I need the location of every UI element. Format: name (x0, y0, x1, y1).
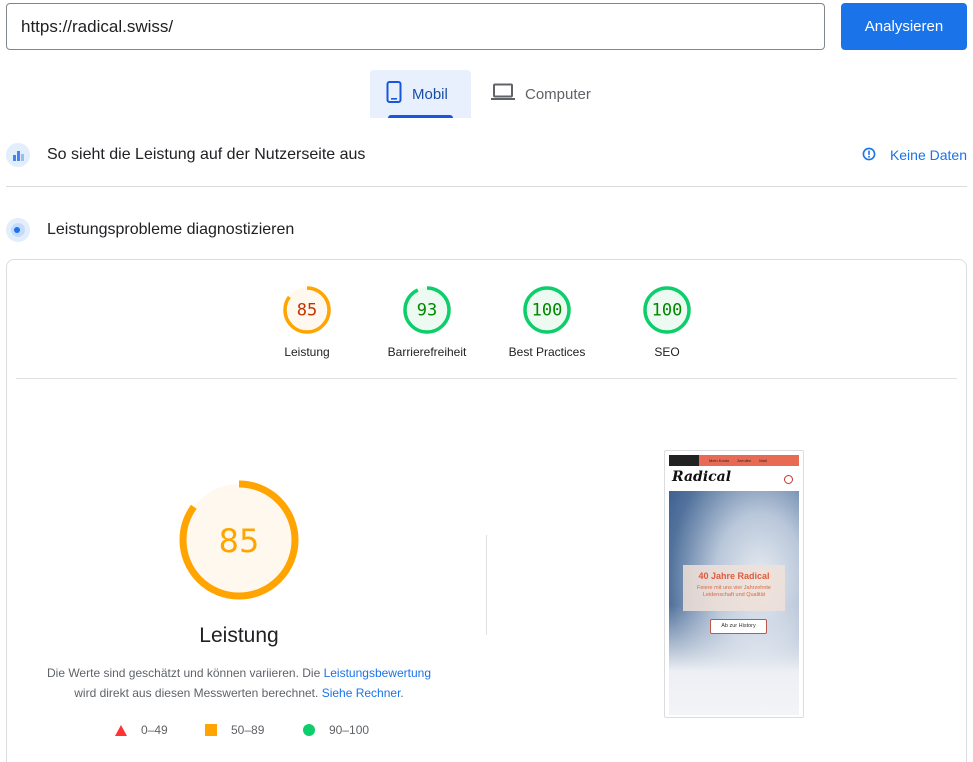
gauge-ring: 85 (283, 286, 331, 334)
gauge-score: 85 (297, 301, 317, 321)
leistungsbewertung-link[interactable]: Leistungsbewertung (324, 666, 431, 680)
legend-average: 50–89 (205, 723, 264, 737)
square-icon (205, 724, 217, 736)
phone-icon (386, 81, 402, 107)
gauge-ring: 100 (643, 286, 691, 334)
url-input[interactable] (6, 3, 825, 50)
tab-desktop-label: Computer (525, 85, 591, 103)
gauge-ring: 93 (403, 286, 451, 334)
screenshot-hero-card: 40 Jahre Radical Feiere mit uns vier Jah… (683, 565, 785, 611)
gauge-seo[interactable]: 100 SEO (607, 284, 727, 359)
active-tab-indicator (388, 115, 453, 118)
screenshot-logo: Radical (672, 469, 732, 485)
performance-title: Leistung (199, 624, 279, 647)
performance-score: 85 (219, 522, 260, 560)
gauge-barrierefreiheit[interactable]: 93 Barrierefreiheit (367, 284, 487, 359)
gauge-best-practices[interactable]: 100 Best Practices (487, 284, 607, 359)
gauge-score: 100 (532, 301, 563, 321)
tab-mobile-label: Mobil (412, 85, 448, 103)
vertical-divider (486, 535, 487, 635)
menu-icon (784, 475, 793, 484)
tab-mobile[interactable]: Mobil (370, 70, 471, 118)
gauge-score: 100 (652, 301, 683, 321)
no-data-label: Keine Daten (889, 147, 967, 163)
gauge-label: Leistung (284, 345, 330, 359)
circle-icon (303, 724, 315, 736)
gauge-label: SEO (654, 345, 680, 359)
tab-desktop[interactable]: Computer (475, 70, 600, 118)
gauge-score: 93 (417, 301, 437, 321)
gauge-label: Barrierefreiheit (387, 345, 467, 359)
diagnose-icon (6, 218, 30, 242)
field-data-icon (6, 143, 30, 167)
screenshot-cta-button: Ab zur History (710, 619, 767, 634)
field-data-section: So sieht die Leistung auf der Nutzerseit… (6, 143, 967, 167)
card-divider (16, 378, 957, 379)
legend-pass: 90–100 (303, 723, 369, 737)
page-screenshot: Mein Konto Anrufen Mail Radical 40 Jahre… (664, 450, 804, 718)
gauge-ring: 100 (523, 286, 571, 334)
no-data-status[interactable]: Keine Daten (862, 147, 967, 164)
info-icon (862, 147, 876, 164)
diagnose-section: Leistungsprobleme diagnostizieren (6, 218, 967, 242)
laptop-icon (491, 83, 515, 105)
screenshot-topbar: Mein Konto Anrufen Mail (669, 455, 799, 466)
report-card: 85 Leistung 93 Barrierefreiheit 100 Best… (6, 259, 967, 762)
performance-gauge: 85 (179, 480, 299, 600)
field-data-title: So sieht die Leistung auf der Nutzerseit… (47, 146, 366, 163)
section-divider (6, 186, 967, 187)
siehe-rechner-link[interactable]: Siehe Rechner (322, 686, 401, 700)
performance-description: Die Werte sind geschätzt und können vari… (46, 666, 431, 700)
legend-fail: 0–49 (115, 723, 168, 737)
gauge-label: Best Practices (508, 345, 586, 359)
gauge-leistung[interactable]: 85 Leistung (247, 284, 367, 359)
diagnose-title: Leistungsprobleme diagnostizieren (47, 221, 295, 238)
triangle-icon (115, 724, 127, 736)
analyze-button[interactable]: Analysieren (841, 3, 967, 50)
